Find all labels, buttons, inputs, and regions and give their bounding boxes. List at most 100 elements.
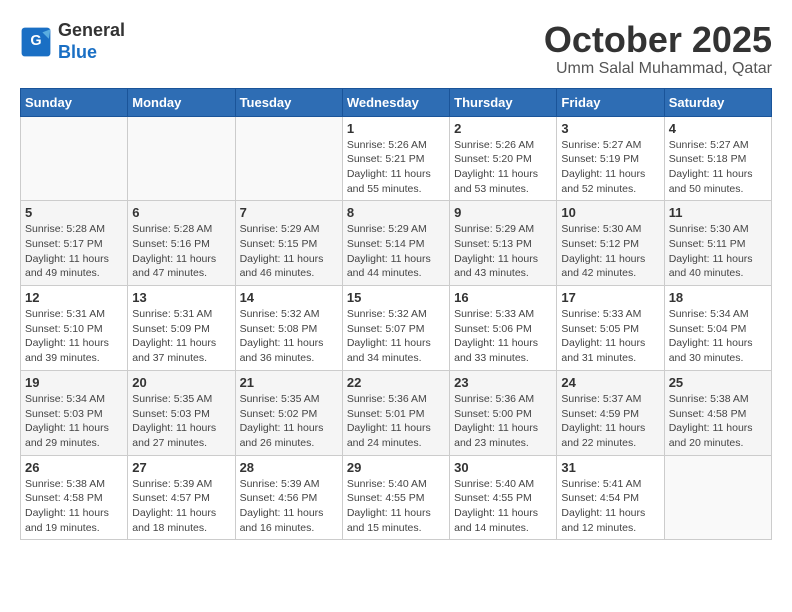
day-number: 26 bbox=[25, 460, 123, 475]
day-number: 25 bbox=[669, 375, 767, 390]
day-number: 22 bbox=[347, 375, 445, 390]
day-number: 16 bbox=[454, 290, 552, 305]
calendar-cell: 19 Sunrise: 5:34 AM Sunset: 5:03 PM Dayli… bbox=[21, 370, 128, 455]
logo: G General Blue bbox=[20, 20, 125, 63]
day-number: 24 bbox=[561, 375, 659, 390]
calendar-cell: 4 Sunrise: 5:27 AM Sunset: 5:18 PM Daylig… bbox=[664, 116, 771, 201]
day-number: 8 bbox=[347, 205, 445, 220]
calendar-cell: 13Sunrise: 5:31 AM Sunset: 5:09 PM Dayli… bbox=[128, 286, 235, 371]
week-row-5: 26 Sunrise: 5:38 AM Sunset: 4:58 PM Dayli… bbox=[21, 455, 772, 540]
calendar-cell: 9Sunrise: 5:29 AM Sunset: 5:13 PM Daylig… bbox=[450, 201, 557, 286]
day-number: 28 bbox=[240, 460, 338, 475]
day-info: Sunrise: 5:32 AM Sunset: 5:07 PM Dayligh… bbox=[347, 307, 445, 366]
calendar-cell: 17Sunrise: 5:33 AM Sunset: 5:05 PM Dayli… bbox=[557, 286, 664, 371]
day-info: Sunrise: 5:28 AM Sunset: 5:17 PM Dayligh… bbox=[25, 222, 123, 281]
header-friday: Friday bbox=[557, 88, 664, 116]
day-number: 12 bbox=[25, 290, 123, 305]
day-info: Sunrise: 5:34 AM Sunset: 5:03 PM Dayligh… bbox=[25, 392, 123, 451]
day-info: Sunrise: 5:27 AM Sunset: 5:19 PM Dayligh… bbox=[561, 138, 659, 197]
day-info: Sunrise: 5:38 AM Sunset: 4:58 PM Dayligh… bbox=[669, 392, 767, 451]
logo-general: General bbox=[58, 20, 125, 40]
week-row-4: 19 Sunrise: 5:34 AM Sunset: 5:03 PM Dayli… bbox=[21, 370, 772, 455]
day-number: 30 bbox=[454, 460, 552, 475]
calendar-cell: 28Sunrise: 5:39 AM Sunset: 4:56 PM Dayli… bbox=[235, 455, 342, 540]
day-number: 5 bbox=[25, 205, 123, 220]
day-info: Sunrise: 5:38 AM Sunset: 4:58 PM Dayligh… bbox=[25, 477, 123, 536]
calendar-cell: 30 Sunrise: 5:40 AM Sunset: 4:55 PM Dayli… bbox=[450, 455, 557, 540]
day-info: Sunrise: 5:35 AM Sunset: 5:03 PM Dayligh… bbox=[132, 392, 230, 451]
day-info: Sunrise: 5:31 AM Sunset: 5:10 PM Dayligh… bbox=[25, 307, 123, 366]
calendar-header-row: SundayMondayTuesdayWednesdayThursdayFrid… bbox=[21, 88, 772, 116]
calendar-cell: 7 Sunrise: 5:29 AM Sunset: 5:15 PM Daylig… bbox=[235, 201, 342, 286]
day-number: 14 bbox=[240, 290, 338, 305]
calendar-cell bbox=[664, 455, 771, 540]
day-info: Sunrise: 5:36 AM Sunset: 5:01 PM Dayligh… bbox=[347, 392, 445, 451]
day-info: Sunrise: 5:41 AM Sunset: 4:54 PM Dayligh… bbox=[561, 477, 659, 536]
logo-icon: G bbox=[20, 26, 52, 58]
calendar-cell: 21 Sunrise: 5:35 AM Sunset: 5:02 PM Dayli… bbox=[235, 370, 342, 455]
day-info: Sunrise: 5:32 AM Sunset: 5:08 PM Dayligh… bbox=[240, 307, 338, 366]
calendar-cell: 5 Sunrise: 5:28 AM Sunset: 5:17 PM Daylig… bbox=[21, 201, 128, 286]
day-number: 7 bbox=[240, 205, 338, 220]
day-number: 11 bbox=[669, 205, 767, 220]
calendar-cell: 29 Sunrise: 5:40 AM Sunset: 4:55 PM Dayli… bbox=[342, 455, 449, 540]
calendar-table: SundayMondayTuesdayWednesdayThursdayFrid… bbox=[20, 88, 772, 541]
day-info: Sunrise: 5:40 AM Sunset: 4:55 PM Dayligh… bbox=[454, 477, 552, 536]
location-title: Umm Salal Muhammad, Qatar bbox=[544, 60, 772, 78]
day-number: 21 bbox=[240, 375, 338, 390]
calendar-cell: 11 Sunrise: 5:30 AM Sunset: 5:11 PM Dayli… bbox=[664, 201, 771, 286]
day-number: 18 bbox=[669, 290, 767, 305]
calendar-cell: 3Sunrise: 5:27 AM Sunset: 5:19 PM Daylig… bbox=[557, 116, 664, 201]
calendar-cell bbox=[235, 116, 342, 201]
calendar-cell: 8Sunrise: 5:29 AM Sunset: 5:14 PM Daylig… bbox=[342, 201, 449, 286]
svg-text:G: G bbox=[30, 33, 41, 49]
day-info: Sunrise: 5:28 AM Sunset: 5:16 PM Dayligh… bbox=[132, 222, 230, 281]
title-block: October 2025 Umm Salal Muhammad, Qatar bbox=[544, 20, 772, 78]
header-wednesday: Wednesday bbox=[342, 88, 449, 116]
day-info: Sunrise: 5:30 AM Sunset: 5:11 PM Dayligh… bbox=[669, 222, 767, 281]
calendar-cell: 6 Sunrise: 5:28 AM Sunset: 5:16 PM Daylig… bbox=[128, 201, 235, 286]
week-row-3: 12 Sunrise: 5:31 AM Sunset: 5:10 PM Dayli… bbox=[21, 286, 772, 371]
day-number: 19 bbox=[25, 375, 123, 390]
calendar-cell: 23 Sunrise: 5:36 AM Sunset: 5:00 PM Dayli… bbox=[450, 370, 557, 455]
calendar-cell: 12 Sunrise: 5:31 AM Sunset: 5:10 PM Dayli… bbox=[21, 286, 128, 371]
calendar-cell: 16 Sunrise: 5:33 AM Sunset: 5:06 PM Dayli… bbox=[450, 286, 557, 371]
day-info: Sunrise: 5:27 AM Sunset: 5:18 PM Dayligh… bbox=[669, 138, 767, 197]
day-info: Sunrise: 5:35 AM Sunset: 5:02 PM Dayligh… bbox=[240, 392, 338, 451]
calendar-cell: 10 Sunrise: 5:30 AM Sunset: 5:12 PM Dayli… bbox=[557, 201, 664, 286]
header-monday: Monday bbox=[128, 88, 235, 116]
calendar-cell bbox=[21, 116, 128, 201]
calendar-cell: 18Sunrise: 5:34 AM Sunset: 5:04 PM Dayli… bbox=[664, 286, 771, 371]
day-info: Sunrise: 5:33 AM Sunset: 5:06 PM Dayligh… bbox=[454, 307, 552, 366]
day-number: 20 bbox=[132, 375, 230, 390]
month-title: October 2025 bbox=[544, 20, 772, 60]
calendar-cell: 15 Sunrise: 5:32 AM Sunset: 5:07 PM Dayli… bbox=[342, 286, 449, 371]
header-thursday: Thursday bbox=[450, 88, 557, 116]
day-number: 15 bbox=[347, 290, 445, 305]
header-saturday: Saturday bbox=[664, 88, 771, 116]
calendar-cell: 26 Sunrise: 5:38 AM Sunset: 4:58 PM Dayli… bbox=[21, 455, 128, 540]
day-number: 6 bbox=[132, 205, 230, 220]
calendar-cell: 31Sunrise: 5:41 AM Sunset: 4:54 PM Dayli… bbox=[557, 455, 664, 540]
day-info: Sunrise: 5:40 AM Sunset: 4:55 PM Dayligh… bbox=[347, 477, 445, 536]
calendar-cell: 14 Sunrise: 5:32 AM Sunset: 5:08 PM Dayli… bbox=[235, 286, 342, 371]
day-info: Sunrise: 5:26 AM Sunset: 5:20 PM Dayligh… bbox=[454, 138, 552, 197]
logo-text: General Blue bbox=[58, 20, 125, 63]
calendar-cell: 2 Sunrise: 5:26 AM Sunset: 5:20 PM Daylig… bbox=[450, 116, 557, 201]
calendar-cell: 24Sunrise: 5:37 AM Sunset: 4:59 PM Dayli… bbox=[557, 370, 664, 455]
week-row-2: 5 Sunrise: 5:28 AM Sunset: 5:17 PM Daylig… bbox=[21, 201, 772, 286]
day-info: Sunrise: 5:29 AM Sunset: 5:15 PM Dayligh… bbox=[240, 222, 338, 281]
day-info: Sunrise: 5:36 AM Sunset: 5:00 PM Dayligh… bbox=[454, 392, 552, 451]
day-info: Sunrise: 5:26 AM Sunset: 5:21 PM Dayligh… bbox=[347, 138, 445, 197]
day-number: 10 bbox=[561, 205, 659, 220]
day-info: Sunrise: 5:31 AM Sunset: 5:09 PM Dayligh… bbox=[132, 307, 230, 366]
day-number: 23 bbox=[454, 375, 552, 390]
day-number: 2 bbox=[454, 121, 552, 136]
calendar-cell: 27Sunrise: 5:39 AM Sunset: 4:57 PM Dayli… bbox=[128, 455, 235, 540]
logo-blue: Blue bbox=[58, 42, 97, 62]
day-number: 4 bbox=[669, 121, 767, 136]
header-tuesday: Tuesday bbox=[235, 88, 342, 116]
day-info: Sunrise: 5:30 AM Sunset: 5:12 PM Dayligh… bbox=[561, 222, 659, 281]
day-number: 29 bbox=[347, 460, 445, 475]
day-number: 1 bbox=[347, 121, 445, 136]
